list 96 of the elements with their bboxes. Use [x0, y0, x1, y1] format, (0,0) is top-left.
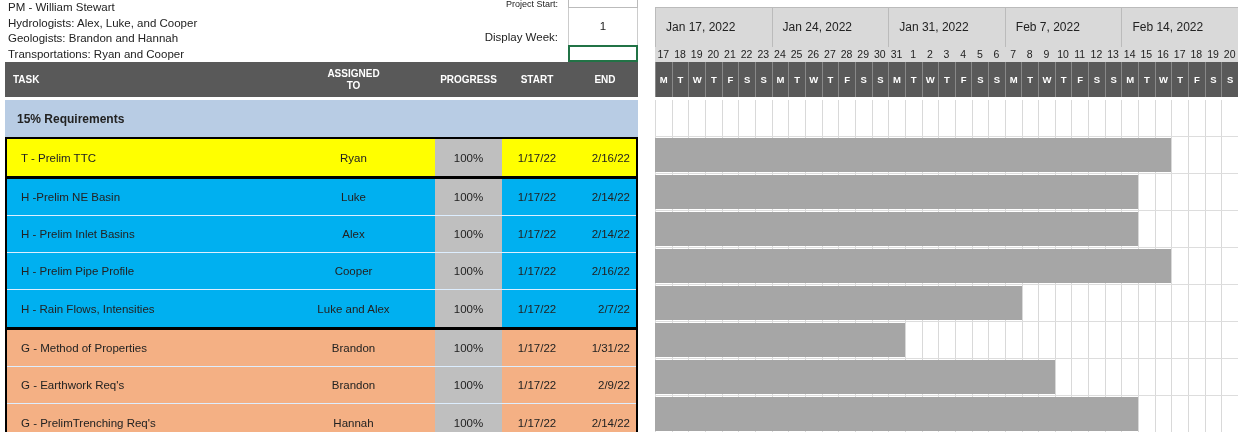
- start-date-cell-text: 1/17/22: [516, 190, 558, 205]
- day-number: 9: [1038, 47, 1055, 62]
- column-header: TASK: [13, 73, 40, 86]
- week-header: Jan 31, 2022: [888, 7, 1005, 47]
- weekday-header: T: [1171, 62, 1188, 97]
- assignee-cell-text: Alex: [341, 227, 366, 242]
- empty-cell[interactable]: [568, 45, 638, 62]
- end-date-cell-text: 1/31/22: [590, 341, 631, 356]
- assignee-cell-text: Brandon: [330, 378, 377, 393]
- day-number: 11: [1071, 47, 1089, 62]
- project-start-label: Project Start:: [504, 0, 559, 8]
- section-header: 15% Requirements: [5, 100, 638, 137]
- start-date-cell-text: 1/17/22: [516, 150, 558, 166]
- day-number: 15: [1138, 47, 1155, 62]
- day-number: 17: [1171, 47, 1188, 62]
- progress-cell: 100%: [435, 216, 502, 252]
- day-number: 18: [1188, 47, 1205, 62]
- end-date-cell-text: 2/16/22: [590, 264, 631, 279]
- display-week-label: Display Week:: [483, 31, 559, 45]
- task-cell-text: H - Prelim Pipe Profile: [20, 264, 136, 279]
- day-number: 22: [738, 47, 755, 62]
- task-cell-text: H - Rain Flows, Intensities: [20, 301, 156, 317]
- team-info-line: Transportations: Ryan and Cooper: [8, 46, 185, 62]
- task-cell-text: G - PrelimTrenching Req's: [20, 415, 157, 431]
- day-number: 8: [1021, 47, 1039, 62]
- weekday-header: F: [1071, 62, 1089, 97]
- weekday-header: T: [938, 62, 955, 97]
- column-header: START: [520, 73, 554, 86]
- week-header: Feb 14, 2022: [1121, 7, 1238, 47]
- assignee-cell-text: Luke: [340, 190, 367, 205]
- day-number: 3: [938, 47, 955, 62]
- weekday-header: M: [1121, 62, 1139, 97]
- day-number: 14: [1121, 47, 1139, 62]
- weekday-header: S: [738, 62, 755, 97]
- team-info-line: PM - William Stewart: [8, 0, 116, 15]
- task-cell-text: G - Earthwork Req's: [20, 378, 126, 393]
- column-header: END: [594, 73, 616, 86]
- day-number: 5: [971, 47, 989, 62]
- end-date-cell-text: 2/14/22: [590, 415, 631, 431]
- day-number: 20: [1221, 47, 1238, 62]
- team-info-line: Hydrologists: Alex, Luke, and Cooper: [8, 15, 199, 31]
- display-week-field[interactable]: 1: [568, 8, 638, 45]
- weekday-header: S: [1088, 62, 1105, 97]
- weekday-header: T: [1138, 62, 1155, 97]
- day-number: 17: [655, 47, 672, 62]
- weekday-header: T: [1021, 62, 1039, 97]
- team-info-line: Geologists: Brandon and Hannah: [8, 31, 180, 46]
- weekday-header: W: [688, 62, 705, 97]
- start-date-cell-text: 1/17/22: [516, 264, 558, 279]
- column-header: PROGRESS: [440, 73, 497, 86]
- week-header: Jan 24, 2022: [771, 7, 889, 47]
- weekday-header: M: [888, 62, 905, 97]
- end-date-cell-text: 2/14/22: [590, 227, 631, 242]
- end-date-cell-text: 2/9/22: [597, 378, 631, 393]
- start-date-cell-text: 1/17/22: [516, 227, 558, 242]
- weekday-header: S: [988, 62, 1005, 97]
- end-date-cell-text: 2/16/22: [590, 150, 631, 166]
- weekday-header: F: [1188, 62, 1205, 97]
- day-number: 6: [988, 47, 1005, 62]
- start-date-cell-text: 1/17/22: [516, 301, 558, 317]
- assignee-cell-text: Luke and Alex: [316, 301, 391, 317]
- assignee-cell-text: Ryan: [339, 150, 368, 166]
- weekday-header: F: [838, 62, 855, 97]
- start-date-cell-text: 1/17/22: [516, 415, 558, 431]
- progress-cell: 100%: [435, 290, 502, 327]
- week-header: Jan 17, 2022: [655, 7, 772, 47]
- column-header: ASSIGNED TO: [326, 67, 381, 92]
- weekday-header: T: [788, 62, 805, 97]
- task-cell-text: T - Prelim TTC: [20, 150, 97, 166]
- start-date-cell-text: 1/17/22: [516, 341, 558, 356]
- progress-cell: 100%: [435, 139, 502, 176]
- progress-cell: 100%: [435, 179, 502, 215]
- day-number: 12: [1088, 47, 1105, 62]
- progress-cell: 100%: [435, 404, 502, 432]
- progress-cell: 100%: [435, 330, 502, 366]
- start-date-cell-text: 1/17/22: [516, 378, 558, 393]
- progress-cell: 100%: [435, 367, 502, 403]
- weekday-header: M: [655, 62, 672, 97]
- progress-cell: 100%: [435, 253, 502, 289]
- day-number: 19: [688, 47, 705, 62]
- end-date-cell-text: 2/14/22: [590, 190, 631, 205]
- day-number: 31: [888, 47, 905, 62]
- week-header: Feb 7, 2022: [1004, 7, 1122, 47]
- weekday-header: W: [1038, 62, 1055, 97]
- end-date-cell-text: 2/7/22: [597, 301, 631, 317]
- day-number: 25: [788, 47, 805, 62]
- assignee-cell-text: Hannah: [332, 415, 375, 431]
- day-number: 28: [838, 47, 855, 62]
- assignee-cell-text: Brandon: [330, 341, 377, 356]
- task-cell-text: H - Prelim Inlet Basins: [20, 227, 136, 242]
- assignee-cell-text: Cooper: [333, 264, 374, 279]
- task-cell-text: H -Prelim NE Basin: [20, 190, 122, 205]
- weekday-header: S: [1221, 62, 1238, 97]
- weekday-header: S: [971, 62, 989, 97]
- project-start-field[interactable]: [568, 0, 638, 8]
- task-cell-text: G - Method of Properties: [20, 341, 148, 356]
